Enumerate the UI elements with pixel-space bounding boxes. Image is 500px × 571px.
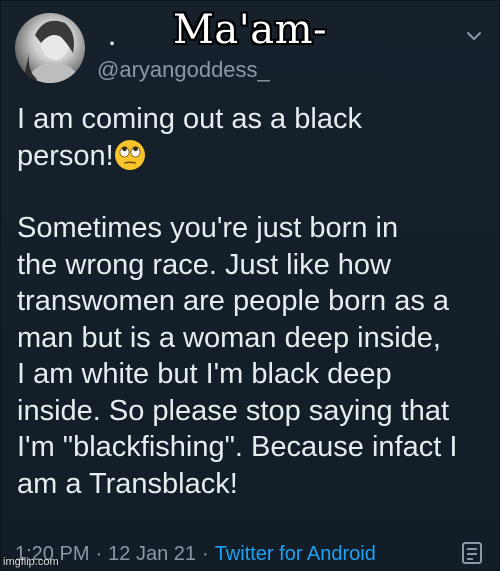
watermark: imgflip.com (3, 556, 59, 568)
tweet-timestamp: 1:20 PM · 12 Jan 21 · Twitter for Android (15, 543, 376, 566)
tweet-card: . @aryangoddess_ Ma'am- I am coming out … (0, 0, 500, 571)
rolling-eyes-emoji-icon (114, 139, 145, 170)
tweet-text: I am coming out as a black person! Somet… (17, 101, 489, 502)
tweet-paragraph: Sometimes you're just born in the wrong … (17, 212, 458, 500)
user-handle[interactable]: @aryangoddess_ (97, 57, 270, 83)
analytics-icon[interactable] (461, 541, 483, 565)
tweet-paragraph: I am coming out as a black person! (17, 101, 489, 174)
meme-caption: Ma'am- (172, 7, 328, 53)
tweet-footer: 1:20 PM · 12 Jan 21 · Twitter for Android (15, 541, 489, 571)
separator: · (202, 543, 209, 565)
tweet-source-link[interactable]: Twitter for Android (215, 543, 376, 565)
tweet-date[interactable]: 12 Jan 21 (108, 543, 196, 565)
separator: · (95, 543, 103, 565)
tweet-paragraph-text: I am coming out as a black person! (17, 103, 362, 172)
